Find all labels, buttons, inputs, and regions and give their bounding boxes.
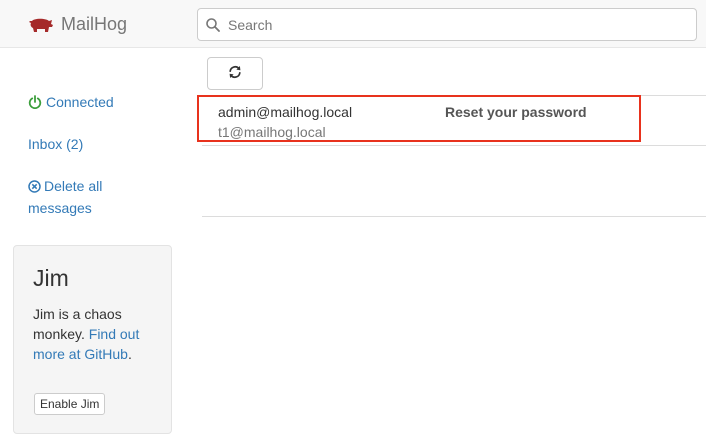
search-input[interactable]	[228, 10, 668, 39]
messages-bottom-divider	[202, 216, 706, 217]
connection-status-label: Connected	[46, 94, 114, 110]
refresh-button[interactable]	[207, 57, 263, 90]
enable-jim-button[interactable]: Enable Jim	[34, 393, 106, 415]
message-subject: Reset your password	[445, 104, 587, 120]
jim-description: Jim is a chaos monkey. Find out more at …	[33, 304, 152, 364]
power-icon	[28, 95, 42, 109]
message-row[interactable]: admin@mailhog.local t1@mailhog.local Res…	[197, 95, 641, 142]
jim-link-suffix: .	[127, 346, 132, 362]
app-name: MailHog	[61, 14, 128, 34]
message-row-divider	[202, 145, 706, 146]
pig-icon	[29, 18, 53, 32]
connection-status-link[interactable]: Connected	[28, 92, 114, 112]
jim-panel: Jim Jim is a chaos monkey. Find out more…	[13, 245, 172, 434]
jim-title: Jim	[33, 265, 69, 291]
close-circle-icon	[28, 178, 41, 198]
top-navbar: MailHog	[0, 0, 706, 48]
delete-all-messages-link[interactable]: Delete all messages	[28, 176, 148, 218]
brand-link[interactable]: MailHog	[28, 14, 127, 35]
message-from: admin@mailhog.local	[218, 104, 353, 120]
message-to: t1@mailhog.local	[218, 124, 326, 140]
refresh-icon	[228, 65, 242, 82]
sidebar-item-inbox[interactable]: Inbox (2)	[28, 134, 83, 154]
search-bar[interactable]	[197, 8, 697, 41]
search-icon	[198, 8, 228, 41]
